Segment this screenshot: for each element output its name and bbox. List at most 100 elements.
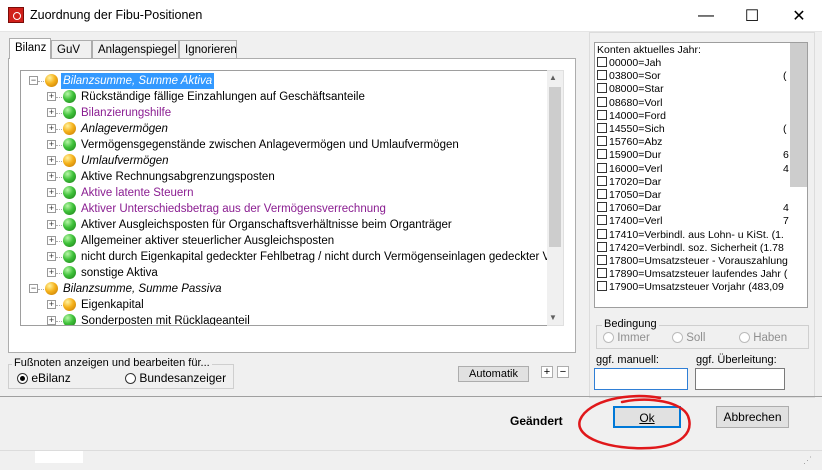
expand-icon[interactable]: + bbox=[47, 300, 56, 309]
expand-icon[interactable]: + bbox=[47, 140, 56, 149]
account-label: 17420=Verbindl. soz. Sicherheit (1.78 bbox=[609, 241, 784, 254]
account-label: 17410=Verbindl. aus Lohn- u KiSt. (1. bbox=[609, 228, 784, 241]
account-item[interactable]: 17020=Dar bbox=[597, 175, 661, 189]
account-item[interactable]: 14000=Ford bbox=[597, 109, 666, 123]
account-item[interactable]: 16000=Verl bbox=[597, 162, 662, 176]
expand-all-button[interactable]: + bbox=[541, 366, 553, 378]
expand-icon[interactable]: + bbox=[47, 172, 56, 181]
tree-scroll-thumb[interactable] bbox=[549, 87, 561, 247]
account-value-fragment: ( bbox=[783, 70, 787, 83]
collapse-icon[interactable]: − bbox=[29, 284, 38, 293]
account-item[interactable]: 17890=Umsatzsteuer laufendes Jahr ( bbox=[597, 268, 787, 281]
account-checkbox[interactable] bbox=[597, 175, 607, 186]
account-label: 14000=Ford bbox=[609, 109, 666, 122]
accounts-scrollbar[interactable] bbox=[790, 43, 807, 187]
account-item[interactable]: 08000=Star bbox=[597, 83, 664, 96]
ueberleitung-input[interactable] bbox=[695, 368, 785, 390]
expand-icon[interactable]: + bbox=[47, 92, 56, 101]
resize-grip-icon[interactable]: ⋰ bbox=[803, 455, 812, 466]
account-label: 00000=Jah bbox=[609, 57, 662, 69]
account-checkbox[interactable] bbox=[597, 255, 607, 265]
tab-guv[interactable]: GuV bbox=[51, 40, 92, 58]
account-item[interactable]: 17410=Verbindl. aus Lohn- u KiSt. (1. bbox=[597, 228, 784, 242]
expand-icon[interactable]: + bbox=[47, 268, 56, 277]
haben-radio[interactable] bbox=[739, 332, 750, 344]
account-value-fragment: ( bbox=[783, 123, 787, 135]
tree-item-label: Anlagevermögen bbox=[81, 123, 168, 135]
collapse-icon[interactable]: − bbox=[29, 76, 38, 85]
account-item[interactable]: 15760=Abz bbox=[597, 136, 662, 149]
account-checkbox[interactable] bbox=[597, 268, 607, 279]
account-item[interactable]: 17800=Umsatzsteuer - Vorauszahlung bbox=[597, 255, 788, 268]
account-item[interactable]: 17420=Verbindl. soz. Sicherheit (1.78 bbox=[597, 241, 784, 255]
account-checkbox[interactable] bbox=[597, 136, 607, 147]
bedingung-soll[interactable]: Soll bbox=[672, 332, 705, 344]
account-checkbox[interactable] bbox=[597, 241, 607, 252]
tree-scrollbar[interactable]: ▲ ▼ bbox=[547, 70, 564, 326]
bedingung-immer[interactable]: Immer bbox=[603, 332, 650, 344]
account-item[interactable]: 17400=Verl bbox=[597, 215, 662, 228]
ebilanz-radio[interactable] bbox=[17, 373, 28, 385]
accounts-list[interactable]: Konten aktuelles Jahr: 00000=Jah 03800=Sor… bbox=[594, 42, 808, 308]
account-checkbox[interactable] bbox=[597, 189, 607, 199]
account-checkbox[interactable] bbox=[597, 149, 607, 160]
account-checkbox[interactable] bbox=[597, 281, 607, 292]
maximize-button[interactable]: ☐ bbox=[729, 0, 775, 31]
account-checkbox[interactable] bbox=[597, 123, 607, 133]
status-bar-field bbox=[35, 451, 83, 463]
soll-radio[interactable] bbox=[672, 332, 683, 344]
orange-status-icon bbox=[45, 282, 58, 295]
position-tree[interactable]: − Bilanzsumme, Summe Aktiva + Rückständige … bbox=[20, 70, 548, 326]
account-item[interactable]: 14550=Sich bbox=[597, 123, 665, 136]
expand-icon[interactable]: + bbox=[47, 236, 56, 245]
expand-icon[interactable]: + bbox=[47, 252, 56, 261]
account-checkbox[interactable] bbox=[597, 162, 607, 173]
manuell-input[interactable] bbox=[594, 368, 688, 390]
immer-label: Immer bbox=[617, 332, 650, 344]
annotation-circle bbox=[578, 394, 691, 450]
cancel-button[interactable]: Abbrechen bbox=[716, 406, 789, 428]
expand-icon[interactable]: + bbox=[47, 204, 56, 213]
tree-item-label: Bilanzsumme, Summe Aktiva bbox=[61, 73, 215, 89]
account-item[interactable]: 08680=Vorl bbox=[597, 96, 662, 110]
expand-icon[interactable]: + bbox=[47, 108, 56, 117]
expand-icon[interactable]: + bbox=[47, 220, 56, 229]
account-label: 14550=Sich bbox=[609, 123, 665, 135]
haben-label: Haben bbox=[753, 332, 788, 344]
tab-bilanz[interactable]: Bilanz bbox=[9, 38, 51, 59]
account-item[interactable]: 17900=Umsatzsteuer Vorjahr (483,09 bbox=[597, 281, 784, 294]
expand-icon[interactable]: + bbox=[47, 316, 56, 325]
expand-icon[interactable]: + bbox=[47, 156, 56, 165]
minimize-button[interactable]: — bbox=[683, 0, 729, 31]
tab-ignorieren[interactable]: Ignorieren bbox=[179, 40, 237, 58]
footnotes-option-bundesanzeiger[interactable]: Bundesanzeiger bbox=[125, 371, 226, 385]
green-status-icon bbox=[63, 218, 76, 231]
account-item[interactable]: 17060=Dar bbox=[597, 202, 661, 215]
immer-radio[interactable] bbox=[603, 332, 614, 344]
account-checkbox[interactable] bbox=[597, 70, 607, 81]
app-icon bbox=[8, 7, 24, 23]
bundesanzeiger-radio[interactable] bbox=[125, 373, 136, 385]
account-checkbox[interactable] bbox=[597, 57, 607, 67]
bedingung-haben[interactable]: Haben bbox=[739, 332, 787, 344]
footnotes-option-ebilanz[interactable]: eBilanz bbox=[17, 371, 71, 385]
account-item[interactable]: 17050=Dar bbox=[597, 189, 661, 202]
scroll-down-icon[interactable]: ▼ bbox=[549, 313, 557, 322]
automatik-button[interactable]: Automatik bbox=[458, 366, 529, 382]
expand-icon[interactable]: + bbox=[47, 188, 56, 197]
collapse-all-button[interactable]: − bbox=[557, 366, 569, 378]
account-checkbox[interactable] bbox=[597, 109, 607, 120]
account-item[interactable]: 00000=Jah bbox=[597, 57, 661, 70]
account-checkbox[interactable] bbox=[597, 202, 607, 213]
account-checkbox[interactable] bbox=[597, 83, 607, 94]
account-item[interactable]: 03800=Sor bbox=[597, 70, 661, 83]
account-checkbox[interactable] bbox=[597, 215, 607, 226]
expand-icon[interactable]: + bbox=[47, 124, 56, 133]
account-item[interactable]: 15900=Dur bbox=[597, 149, 661, 162]
scroll-up-icon[interactable]: ▲ bbox=[549, 73, 557, 82]
tab-anlagenspiegel[interactable]: Anlagenspiegel bbox=[92, 40, 179, 58]
account-label: 17400=Verl bbox=[609, 215, 663, 228]
account-checkbox[interactable] bbox=[597, 228, 607, 239]
account-checkbox[interactable] bbox=[597, 96, 607, 107]
close-button[interactable]: ✕ bbox=[776, 0, 822, 31]
